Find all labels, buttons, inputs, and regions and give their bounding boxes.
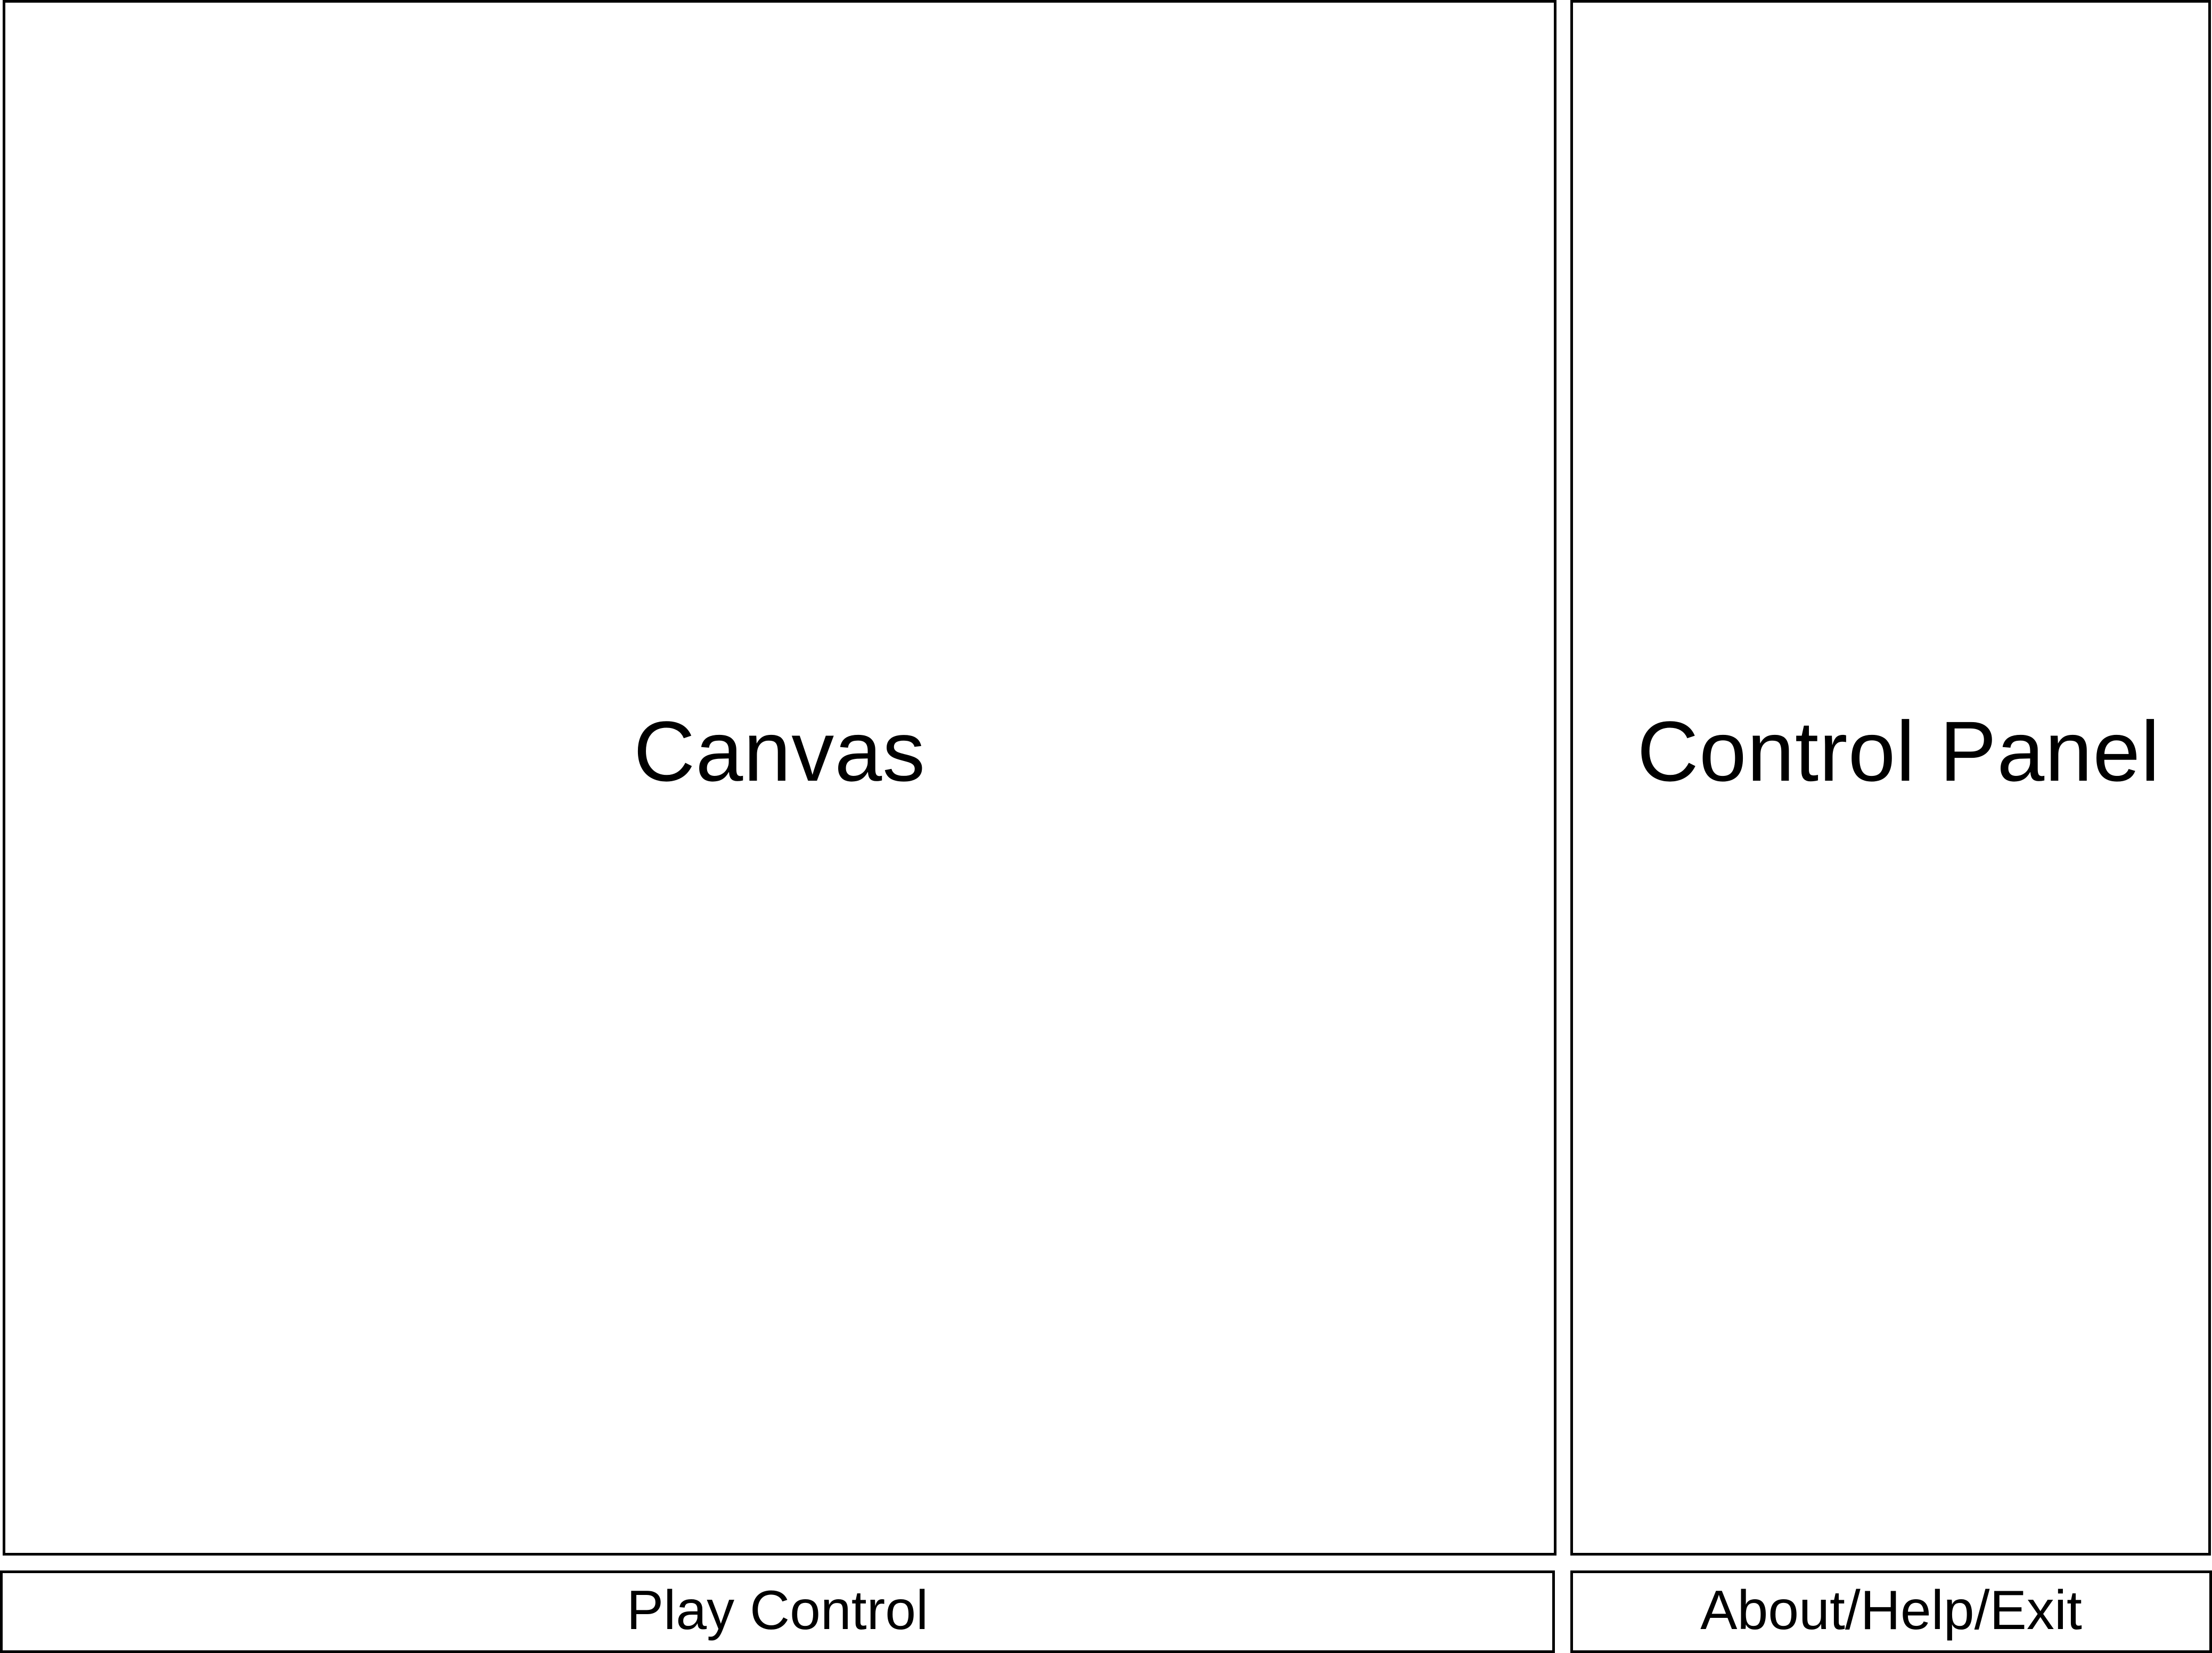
about-help-exit-label: About/Help/Exit xyxy=(1700,1580,2082,1641)
canvas-area[interactable]: Canvas xyxy=(3,0,1556,1556)
canvas-label: Canvas xyxy=(633,703,926,799)
about-help-exit-bar[interactable]: About/Help/Exit xyxy=(1570,1570,2212,1653)
play-control-label: Play Control xyxy=(626,1580,929,1641)
control-panel[interactable]: Control Panel xyxy=(1570,0,2211,1556)
play-control-bar[interactable]: Play Control xyxy=(0,1570,1555,1653)
control-panel-label: Control Panel xyxy=(1637,703,2160,799)
